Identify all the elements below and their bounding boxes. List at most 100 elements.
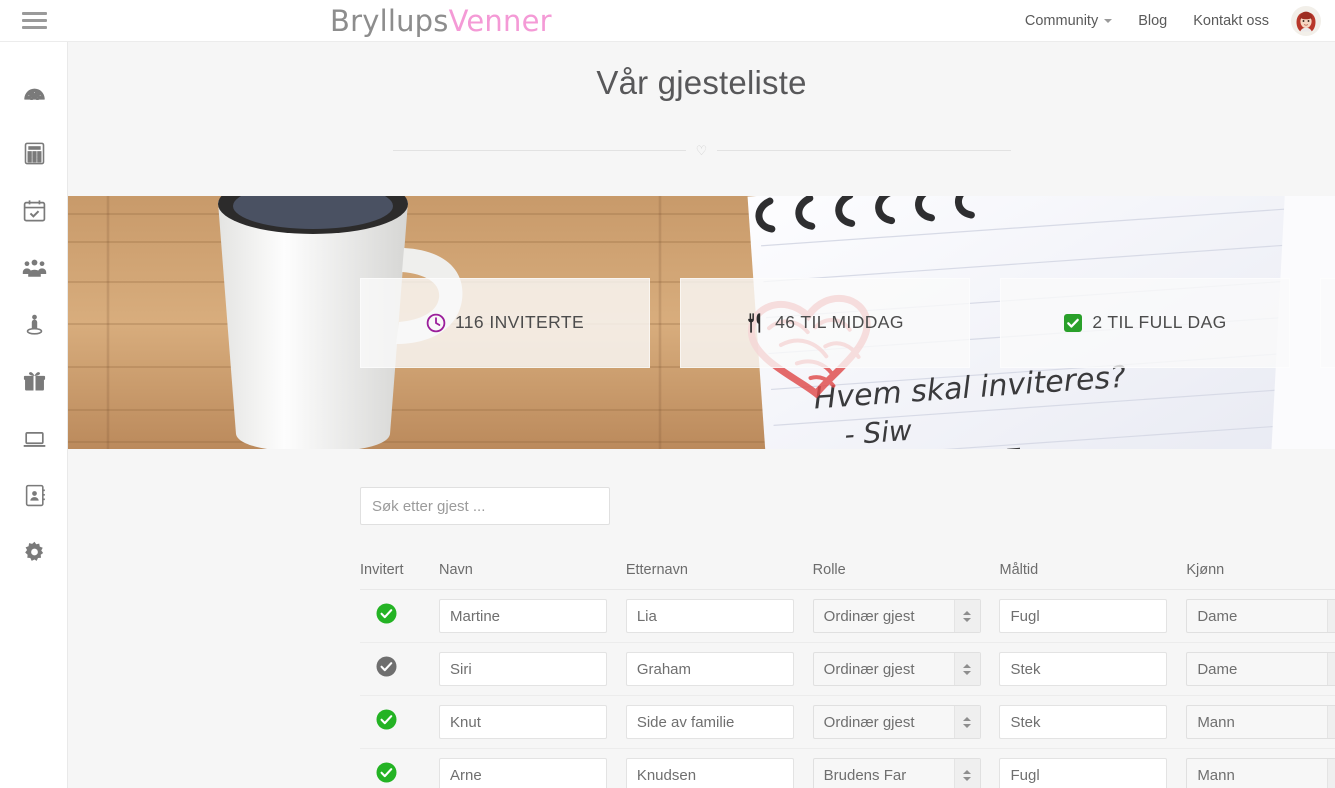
maltid-input[interactable] bbox=[999, 599, 1168, 633]
sidebar-icon-list bbox=[0, 42, 67, 581]
table-row: Ordinær gjest Dame bbox=[360, 590, 1335, 643]
sidebar-item-settings[interactable] bbox=[0, 524, 68, 581]
navn-input[interactable] bbox=[439, 705, 607, 739]
kjonn-cell: Mann bbox=[1186, 749, 1335, 788]
stat-card-invited-label: 116 INVITERTE bbox=[454, 312, 585, 332]
check-circle-green-icon[interactable] bbox=[376, 762, 439, 788]
etternavn-input[interactable] bbox=[625, 599, 794, 633]
maltid-cell bbox=[999, 590, 1186, 643]
column-header-invitert[interactable]: Invitert bbox=[360, 562, 439, 590]
updown-arrows-icon bbox=[1327, 653, 1335, 685]
rolle-select[interactable]: Ordinær gjest bbox=[812, 599, 981, 633]
search-input[interactable] bbox=[360, 487, 610, 525]
updown-arrows-icon bbox=[1327, 706, 1335, 738]
maltid-input[interactable] bbox=[999, 652, 1168, 686]
hamburger-menu-button[interactable] bbox=[0, 0, 68, 42]
navn-input[interactable] bbox=[439, 652, 607, 686]
check-circle-green-icon[interactable] bbox=[376, 709, 439, 735]
sidebar-item-seating[interactable] bbox=[0, 296, 68, 353]
column-header-kjonn[interactable]: Kjønn bbox=[1186, 562, 1335, 590]
etternavn-cell bbox=[625, 643, 813, 696]
stat-card-dinner[interactable]: 46 TIL MIDDAG bbox=[680, 277, 970, 368]
kjonn-selected-value: Dame bbox=[1197, 660, 1238, 678]
divider-rule-left bbox=[392, 150, 686, 151]
column-header-rolle[interactable]: Rolle bbox=[813, 562, 1000, 590]
etternavn-input[interactable] bbox=[625, 705, 794, 739]
updown-arrows-icon bbox=[953, 653, 980, 685]
navn-cell bbox=[439, 749, 626, 788]
nav-item-blog[interactable]: Blog bbox=[1125, 0, 1180, 42]
user-avatar[interactable] bbox=[1291, 6, 1321, 36]
top-navigation: Community Blog Kontakt oss bbox=[1012, 0, 1323, 42]
guest-table: Invitert Navn Etternavn Rolle Måltid Kjø… bbox=[360, 562, 1335, 788]
hamburger-icon bbox=[21, 8, 47, 33]
cutlery-icon bbox=[746, 312, 766, 334]
invited-status-cell bbox=[360, 590, 439, 643]
rolle-selected-value: Ordinær gjest bbox=[823, 713, 915, 731]
maltid-cell bbox=[999, 643, 1186, 696]
app-root: BryllupsVenner Community Blog Kontakt os… bbox=[0, 0, 1335, 788]
maltid-input[interactable] bbox=[999, 705, 1168, 739]
rolle-select[interactable]: Ordinær gjest bbox=[812, 652, 981, 686]
sidebar-item-contacts[interactable] bbox=[0, 467, 68, 524]
navn-cell bbox=[439, 643, 626, 696]
address-book-icon bbox=[21, 482, 48, 509]
brand-logo[interactable]: BryllupsVenner bbox=[330, 0, 552, 42]
brand-part-two: Venner bbox=[448, 4, 552, 38]
nav-item-community-label: Community bbox=[1024, 13, 1099, 29]
nav-item-community[interactable]: Community bbox=[1012, 0, 1125, 42]
maltid-cell bbox=[999, 749, 1186, 788]
sidebar-item-gifts[interactable] bbox=[0, 353, 68, 410]
stat-card-full-day[interactable]: 2 TIL FULL DAG bbox=[1000, 277, 1290, 368]
maltid-input[interactable] bbox=[999, 758, 1168, 788]
clock-icon bbox=[426, 313, 446, 333]
sidebar-item-dashboard[interactable] bbox=[0, 68, 68, 125]
stat-card-partial[interactable] bbox=[1320, 277, 1335, 368]
sidebar bbox=[0, 0, 68, 788]
navn-input[interactable] bbox=[439, 758, 607, 788]
invited-status-cell bbox=[360, 749, 439, 788]
stat-card-dinner-label: 46 TIL MIDDAG bbox=[775, 312, 904, 332]
kjonn-select[interactable]: Dame bbox=[1186, 652, 1335, 686]
stat-card-full-day-label: 2 TIL FULL DAG bbox=[1092, 312, 1227, 332]
invited-status-cell bbox=[360, 643, 439, 696]
heart-icon: ♡ bbox=[695, 143, 708, 158]
nav-item-kontakt-oss[interactable]: Kontakt oss bbox=[1180, 0, 1282, 42]
etternavn-cell bbox=[625, 749, 813, 788]
column-header-navn[interactable]: Navn bbox=[439, 562, 626, 590]
table-row: Ordinær gjest Dame bbox=[360, 643, 1335, 696]
sidebar-item-budget[interactable] bbox=[0, 125, 68, 182]
brand-part-one: Bryllups bbox=[330, 4, 449, 38]
column-header-etternavn[interactable]: Etternavn bbox=[626, 562, 813, 590]
rolle-select[interactable]: Ordinær gjest bbox=[812, 705, 981, 739]
sidebar-item-guests[interactable] bbox=[0, 239, 68, 296]
updown-arrows-icon bbox=[953, 759, 980, 788]
navn-input[interactable] bbox=[439, 599, 607, 633]
rolle-selected-value: Brudens Far bbox=[823, 766, 907, 784]
etternavn-cell bbox=[625, 590, 813, 643]
column-header-maltid[interactable]: Måltid bbox=[999, 562, 1186, 590]
sidebar-item-website[interactable] bbox=[0, 410, 68, 467]
checkbox-icon bbox=[1063, 313, 1083, 333]
rolle-cell: Brudens Far bbox=[812, 749, 1000, 788]
stat-card-invited[interactable]: 116 INVITERTE bbox=[360, 277, 650, 368]
stat-card-row: 116 INVITERTE 46 TIL MIDDAG 2 TIL FULL D… bbox=[68, 196, 1335, 449]
rolle-select[interactable]: Brudens Far bbox=[812, 758, 981, 788]
laptop-icon bbox=[21, 425, 48, 452]
check-circle-gray-icon[interactable] bbox=[376, 656, 439, 682]
kjonn-select[interactable]: Mann bbox=[1186, 705, 1335, 739]
check-circle-green-icon[interactable] bbox=[376, 603, 439, 629]
page-header: Vår gjesteliste ♡ bbox=[68, 42, 1335, 157]
kjonn-cell: Dame bbox=[1186, 643, 1335, 696]
sidebar-item-planner[interactable] bbox=[0, 182, 68, 239]
hero-banner: Hvem skal inviteres? - Siw - Elisabeth E bbox=[68, 196, 1335, 449]
etternavn-input[interactable] bbox=[625, 758, 794, 788]
kjonn-select[interactable]: Dame bbox=[1186, 599, 1335, 633]
navn-cell bbox=[439, 590, 626, 643]
etternavn-input[interactable] bbox=[625, 652, 794, 686]
guest-list-panel: Invitert Navn Etternavn Rolle Måltid Kjø… bbox=[68, 449, 1335, 788]
main-content: Vår gjesteliste ♡ Hvem skal inviteres? -… bbox=[68, 42, 1335, 788]
kjonn-select[interactable]: Mann bbox=[1186, 758, 1335, 788]
users-group-icon bbox=[21, 254, 48, 281]
person-pin-icon bbox=[21, 311, 48, 338]
